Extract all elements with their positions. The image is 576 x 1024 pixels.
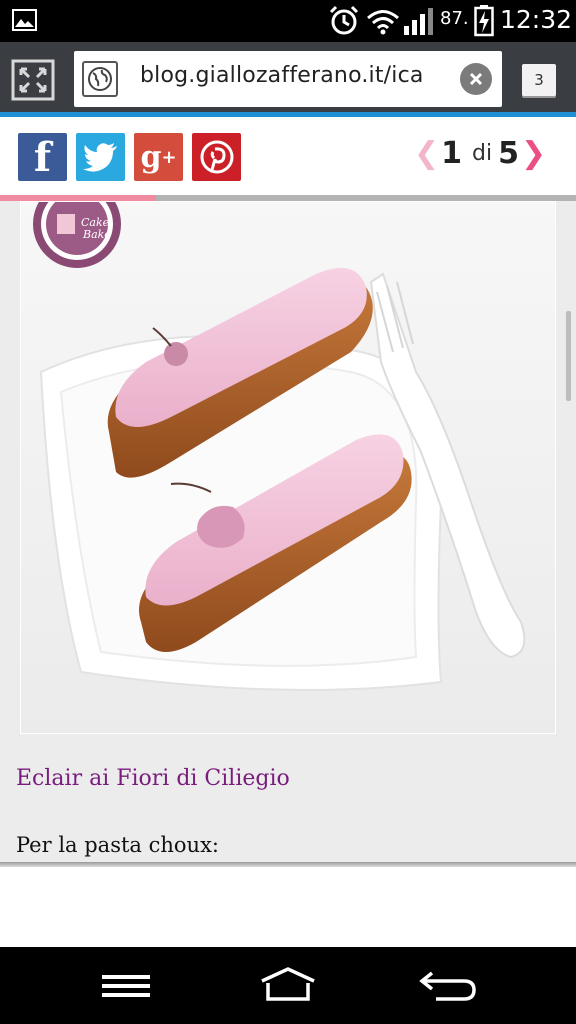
tabs-overview-icon[interactable]: [10, 58, 56, 102]
url-text[interactable]: blog.giallozafferano.it/ica: [140, 63, 458, 88]
signal-icon: [404, 8, 433, 35]
share-bar: f g + ❮ 1 di 5 ❯: [0, 117, 576, 201]
tab-count-button[interactable]: 3: [522, 64, 556, 96]
facebook-icon[interactable]: f: [18, 133, 67, 181]
home-icon[interactable]: [258, 965, 318, 1005]
previous-arrow-icon[interactable]: ❮: [414, 136, 439, 171]
wifi-icon: [367, 10, 399, 35]
scrollbar-thumb[interactable]: [566, 311, 571, 401]
status-bar: 87. 12:32: [0, 0, 576, 42]
navigation-bar: [0, 947, 576, 1024]
clock: 12:32: [500, 5, 573, 34]
eclair-photo[interactable]: Cake Bake: [20, 201, 556, 734]
globe-icon: [82, 61, 118, 97]
recipe-section-heading: Per la pasta choux:: [16, 833, 219, 857]
battery-icon: [474, 5, 494, 37]
battery-percent: 87.: [440, 8, 469, 29]
blank-area: [0, 867, 576, 947]
recipe-title[interactable]: Eclair ai Fiori di Ciliegio: [16, 766, 290, 791]
article-content: Cake Bake Eclair ai Fiori di Ciliegio Pe…: [0, 201, 576, 864]
pinterest-icon[interactable]: [192, 133, 241, 181]
alarm-icon: [329, 5, 359, 35]
pagination: ❮ 1 di 5 ❯: [414, 133, 546, 173]
browser-toolbar: blog.giallozafferano.it/ica 3: [0, 42, 576, 116]
current-page: 1: [441, 135, 463, 171]
back-icon[interactable]: [418, 965, 478, 1005]
svg-text:Bake: Bake: [82, 228, 111, 241]
page-of-label: di: [472, 140, 493, 166]
twitter-icon[interactable]: [76, 133, 125, 181]
address-bar[interactable]: blog.giallozafferano.it/ica: [74, 51, 502, 107]
gallery-icon: [12, 9, 37, 31]
menu-icon[interactable]: [96, 965, 156, 1005]
next-arrow-icon[interactable]: ❯: [521, 136, 546, 171]
total-pages: 5: [498, 135, 519, 171]
google-plus-icon[interactable]: g +: [134, 133, 183, 181]
clear-icon[interactable]: [460, 63, 492, 95]
